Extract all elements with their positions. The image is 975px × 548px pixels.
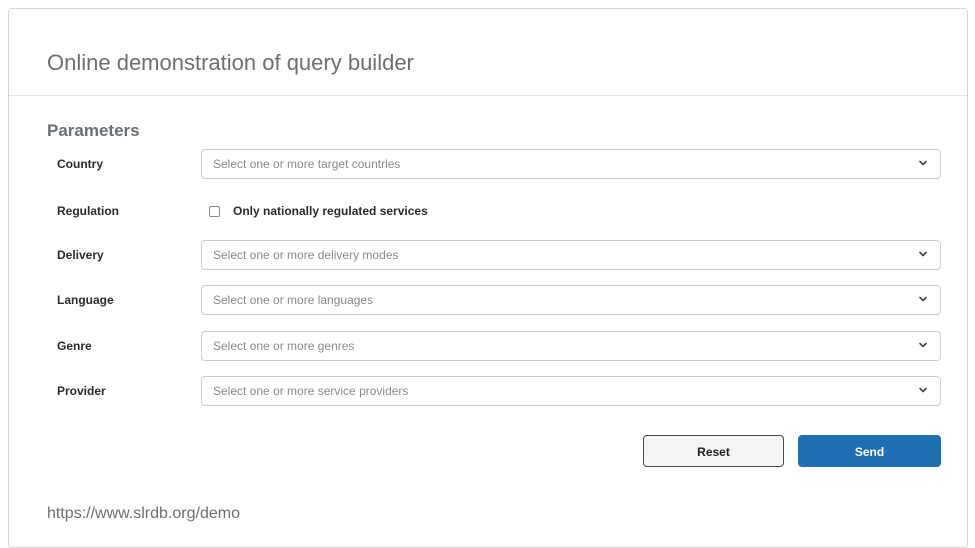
reset-button[interactable]: Reset — [643, 435, 784, 467]
genre-label: Genre — [57, 339, 92, 353]
parameters-heading: Parameters — [47, 121, 140, 140]
genre-row: Genre Select one or more genres — [9, 331, 967, 361]
demo-url: https://www.slrdb.org/demo — [47, 505, 240, 522]
chevron-down-icon — [919, 251, 927, 257]
regulation-checkbox-control[interactable]: Only nationally regulated services — [209, 196, 428, 226]
page-title: Online demonstration of query builder — [47, 50, 414, 75]
provider-row: Provider Select one or more service prov… — [9, 376, 967, 406]
country-placeholder: Select one or more target countries — [213, 157, 401, 171]
delivery-label: Delivery — [57, 248, 104, 262]
chevron-down-icon — [919, 342, 927, 348]
title-divider — [9, 95, 967, 96]
genre-placeholder: Select one or more genres — [213, 339, 355, 353]
language-row: Language Select one or more languages — [9, 285, 967, 315]
delivery-placeholder: Select one or more delivery modes — [213, 248, 399, 262]
regulation-checkbox[interactable] — [209, 205, 220, 217]
country-row: Country Select one or more target countr… — [9, 149, 967, 179]
provider-label: Provider — [57, 384, 106, 398]
chevron-down-icon — [919, 160, 927, 166]
language-placeholder: Select one or more languages — [213, 293, 374, 307]
send-button[interactable]: Send — [798, 435, 941, 467]
delivery-row: Delivery Select one or more delivery mod… — [9, 240, 967, 270]
provider-select[interactable]: Select one or more service providers — [201, 376, 941, 406]
country-label: Country — [57, 157, 103, 171]
genre-select[interactable]: Select one or more genres — [201, 331, 941, 361]
delivery-select[interactable]: Select one or more delivery modes — [201, 240, 941, 270]
country-select[interactable]: Select one or more target countries — [201, 149, 941, 179]
chevron-down-icon — [919, 296, 927, 302]
query-builder-panel: Online demonstration of query builder Pa… — [8, 8, 968, 548]
regulation-row: Regulation Only nationally regulated ser… — [9, 196, 967, 226]
language-select[interactable]: Select one or more languages — [201, 285, 941, 315]
language-label: Language — [57, 293, 114, 307]
chevron-down-icon — [919, 387, 927, 393]
regulation-checkbox-label[interactable]: Only nationally regulated services — [233, 204, 428, 218]
provider-placeholder: Select one or more service providers — [213, 384, 409, 398]
regulation-label: Regulation — [57, 204, 119, 218]
